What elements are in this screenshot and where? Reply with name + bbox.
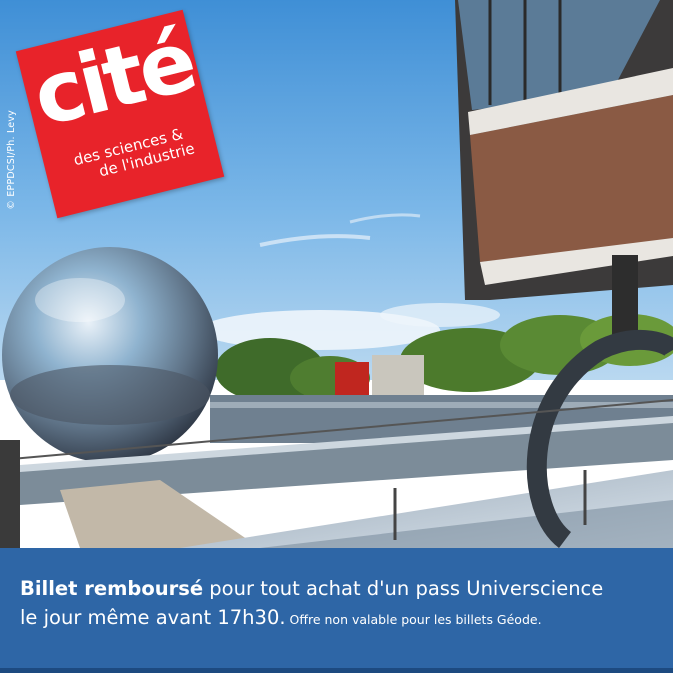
- banner-line-2: le jour même avant 17h30. Offre non vala…: [20, 603, 660, 634]
- info-banner: Billet remboursé pour tout achat d'un pa…: [0, 548, 673, 670]
- geode-sphere: [2, 247, 218, 463]
- geode-reflection: [10, 365, 210, 425]
- red-folie: [335, 362, 369, 398]
- ticket-card: © EPPDCSI/Ph. Levy cité des sciences & d…: [0, 0, 673, 673]
- geode-highlight: [35, 278, 125, 322]
- refund-text: pour tout achat d'un pass Universcience: [203, 577, 604, 600]
- refund-bold-text: Billet remboursé: [20, 577, 204, 600]
- banner-text: Billet remboursé pour tout achat d'un pa…: [20, 574, 660, 634]
- exclusion-note: Offre non valable pour les billets Géode…: [285, 612, 542, 627]
- banner-line-1: Billet remboursé pour tout achat d'un pa…: [20, 574, 660, 603]
- photo-credit: © EPPDCSI/Ph. Levy: [6, 110, 17, 210]
- bottom-edge: [0, 668, 673, 673]
- left-post: [0, 440, 20, 548]
- time-condition-text: le jour même avant 17h30.: [20, 606, 286, 629]
- cloud: [380, 303, 500, 327]
